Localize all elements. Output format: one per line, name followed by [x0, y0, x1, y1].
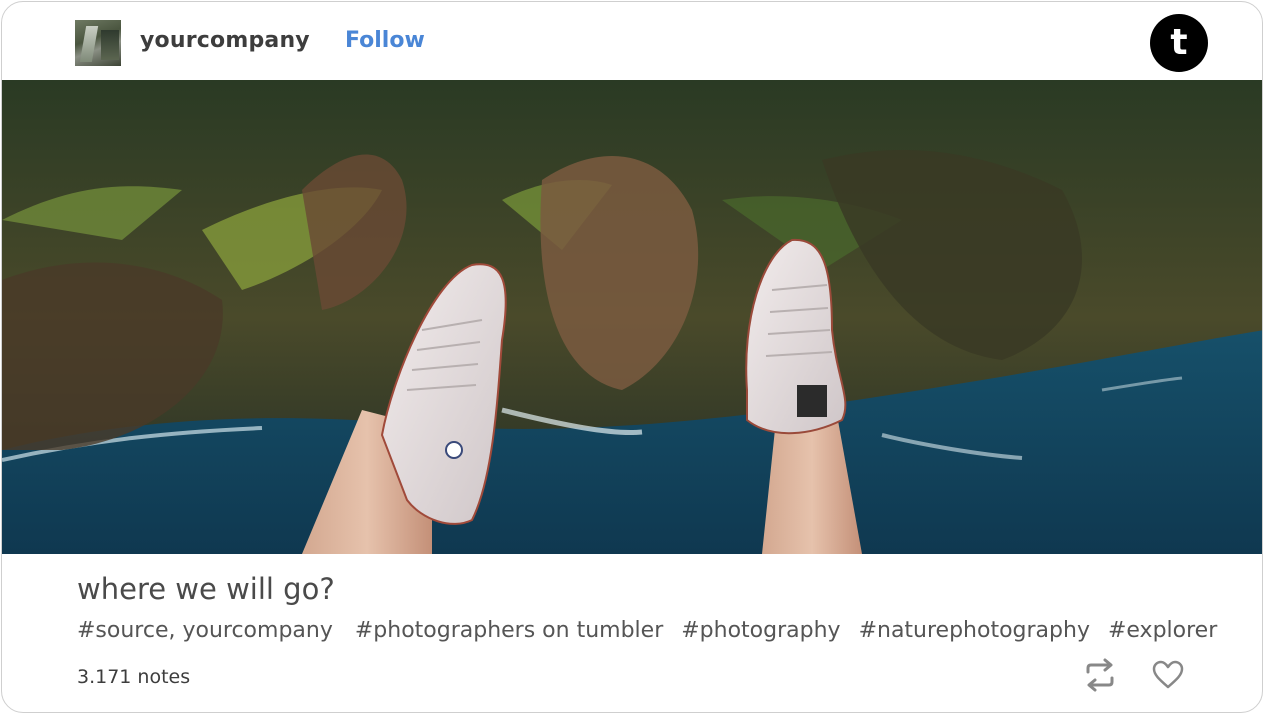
- tag-naturephotography[interactable]: #naturephotography: [859, 618, 1090, 643]
- post-title: where we will go?: [77, 572, 335, 606]
- follow-button[interactable]: Follow: [345, 28, 425, 53]
- reblog-icon[interactable]: [1082, 658, 1118, 692]
- reblog-icon-graphic: [1086, 658, 1114, 692]
- post-tags: #source, yourcompany #photographers on t…: [77, 618, 1235, 643]
- photo-illustration: [2, 80, 1262, 554]
- post-photo[interactable]: [2, 80, 1262, 554]
- tag-photography[interactable]: #photography: [681, 618, 840, 643]
- tag-source[interactable]: #source, yourcompany: [77, 618, 333, 643]
- tag-photographers[interactable]: #photographers on tumbler: [355, 618, 663, 643]
- notes-count[interactable]: 3.171 notes: [77, 666, 190, 688]
- post-header: yourcompany Follow t: [2, 2, 1262, 80]
- brand-letter: t: [1170, 22, 1188, 63]
- author-avatar[interactable]: [75, 20, 121, 66]
- heart-icon-graphic: [1152, 660, 1184, 689]
- author-username[interactable]: yourcompany: [140, 28, 310, 53]
- tag-explorer[interactable]: #explorer: [1108, 618, 1217, 643]
- tumblr-logo-icon[interactable]: t: [1150, 14, 1208, 72]
- post-card: yourcompany Follow t where we will go? #…: [1, 1, 1263, 713]
- heart-icon[interactable]: [1150, 658, 1186, 692]
